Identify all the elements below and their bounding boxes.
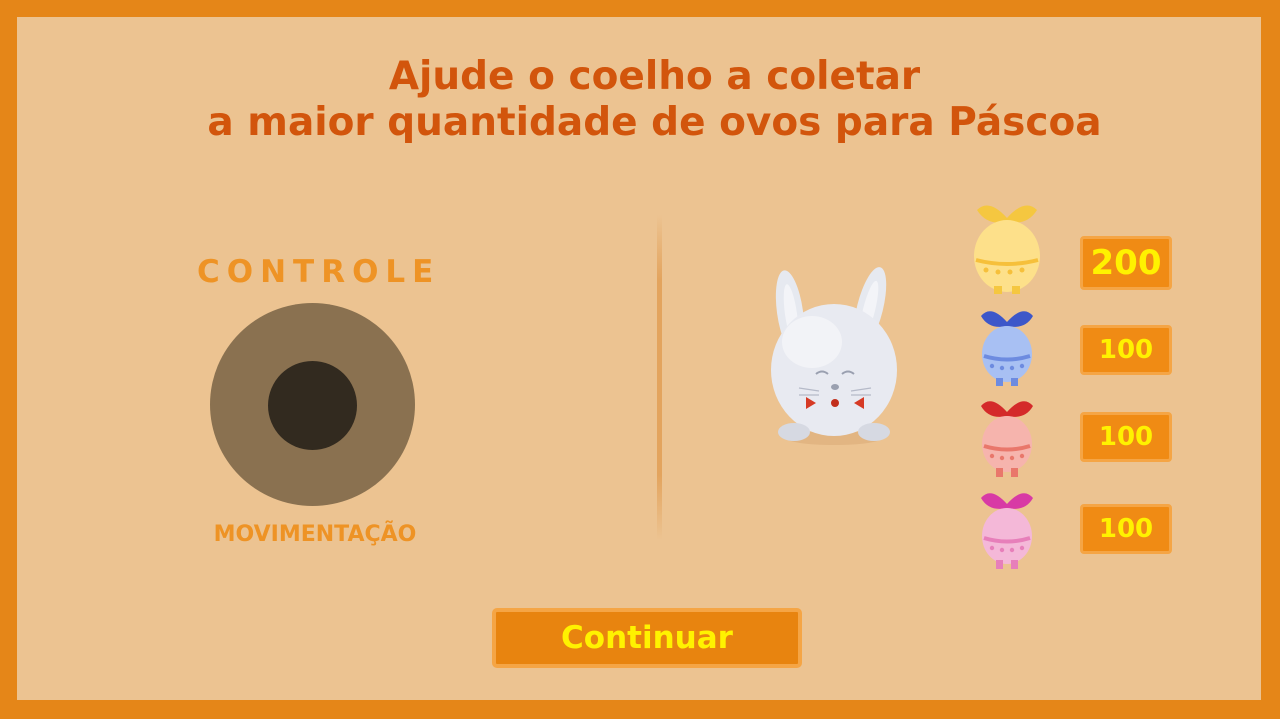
pink-egg-score: 100 bbox=[1080, 504, 1172, 554]
title-line-2: a maior quantidade de ovos para Páscoa bbox=[207, 100, 1102, 145]
blue-egg-icon bbox=[981, 311, 1033, 386]
continue-button[interactable]: Continuar bbox=[492, 608, 802, 668]
red-egg-icon bbox=[981, 401, 1033, 477]
red-egg-score: 100 bbox=[1080, 412, 1172, 462]
title-line-1: Ajude o coelho a coletar bbox=[388, 54, 921, 99]
joystick-knob bbox=[268, 361, 357, 450]
joystick-caption: MOVIMENTAÇÃO bbox=[213, 522, 417, 547]
page-title: Ajude o coelho a coletar a maior quantid… bbox=[0, 54, 1280, 146]
bunny-icon bbox=[771, 267, 897, 445]
blue-egg-score: 100 bbox=[1080, 325, 1172, 375]
movement-joystick bbox=[210, 303, 415, 506]
yellow-egg-score: 200 bbox=[1080, 236, 1172, 290]
yellow-egg-icon bbox=[974, 205, 1040, 294]
pink-egg-icon bbox=[981, 493, 1033, 569]
controls-heading: CONTROLE bbox=[197, 254, 441, 290]
divider bbox=[657, 215, 662, 540]
